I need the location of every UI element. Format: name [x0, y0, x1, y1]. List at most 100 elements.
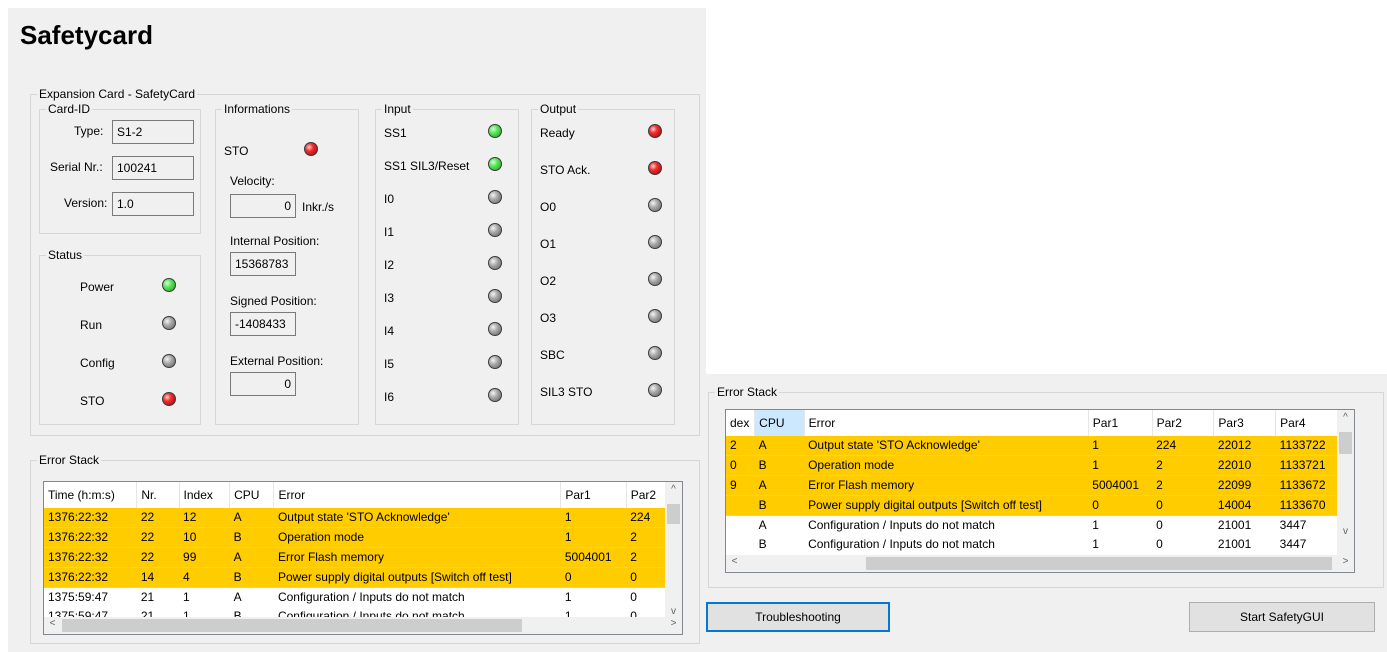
- input-label: I2: [384, 258, 395, 272]
- table-cell: 14004: [1213, 495, 1276, 516]
- vertical-scrollbar[interactable]: ^ v: [1337, 410, 1354, 557]
- scroll-down-icon[interactable]: v: [665, 606, 682, 617]
- table-row[interactable]: 1376:22:32 14 4 B Power supply digital outpu…: [44, 567, 669, 588]
- scroll-up-icon[interactable]: ^: [1337, 412, 1354, 423]
- table-cell: 0: [560, 567, 627, 588]
- signed-position-label: Signed Position:: [230, 294, 317, 308]
- external-position-field[interactable]: 0: [230, 372, 296, 396]
- column-header[interactable]: Error: [804, 410, 1089, 436]
- output-led-icon: [648, 124, 662, 138]
- input-led-icon: [488, 355, 502, 369]
- table-cell: 1: [564, 590, 572, 604]
- column-header[interactable]: Par1: [1088, 410, 1153, 436]
- table-row[interactable]: 1376:22:32 22 10 B Operation mode 1 2: [44, 527, 669, 548]
- expansion-card-label: Expansion Card - SafetyCard: [37, 87, 198, 101]
- table-cell: [726, 516, 755, 536]
- table-cell: A: [754, 475, 805, 496]
- table-cell: 22099: [1213, 475, 1276, 496]
- table-row[interactable]: B Power supply digital outputs [Switch of…: [726, 495, 1338, 516]
- table-row[interactable]: A Configuration / Inputs do not match 1 0 21…: [726, 516, 1338, 536]
- column-header[interactable]: dex: [726, 410, 756, 436]
- serial-field[interactable]: 100241: [112, 156, 194, 180]
- scroll-left-icon[interactable]: <: [726, 556, 743, 567]
- table-row[interactable]: 2 A Output state 'STO Acknowledge' 1 224 2201…: [726, 436, 1338, 456]
- column-header[interactable]: Par2: [626, 482, 670, 508]
- scroll-thumb[interactable]: [1339, 432, 1352, 454]
- internal-position-field[interactable]: 15368783: [230, 252, 296, 276]
- version-label: Version:: [64, 196, 108, 210]
- type-field[interactable]: S1-2: [112, 120, 194, 144]
- input-label: Input: [382, 102, 413, 116]
- version-field[interactable]: 1.0: [112, 192, 194, 216]
- column-header[interactable]: Par1: [560, 482, 627, 508]
- input-label: I5: [384, 357, 395, 371]
- table-cell: B: [229, 567, 274, 588]
- output-led-icon: [648, 272, 662, 286]
- vertical-scrollbar[interactable]: ^ v: [665, 482, 682, 619]
- column-header[interactable]: Par2: [1152, 410, 1215, 436]
- column-header[interactable]: Nr.: [136, 482, 180, 508]
- input-label: SS1 SIL3/Reset: [384, 159, 470, 173]
- scroll-thumb[interactable]: [62, 619, 522, 632]
- table-cell: 1133672: [1275, 475, 1338, 496]
- status-group: Status Power Run Config STO: [39, 248, 201, 425]
- table-cell: 3447: [1279, 537, 1307, 551]
- column-header[interactable]: Par3: [1213, 410, 1277, 436]
- scroll-right-icon[interactable]: >: [1337, 556, 1354, 567]
- column-header[interactable]: CPU: [229, 482, 275, 508]
- page-title: Safetycard: [20, 20, 153, 50]
- signed-position-field[interactable]: -1408433: [230, 312, 296, 336]
- table-row[interactable]: 1376:22:32 22 12 A Output state 'STO Acknowl…: [44, 508, 669, 528]
- input-label: SS1: [384, 126, 407, 140]
- input-label: I3: [384, 291, 395, 305]
- start-safetygui-button[interactable]: Start SafetyGUI: [1189, 602, 1375, 632]
- horizontal-scrollbar[interactable]: < >: [44, 617, 682, 634]
- table-cell: B: [754, 495, 805, 516]
- scroll-thumb[interactable]: [667, 504, 680, 524]
- scroll-up-icon[interactable]: ^: [665, 484, 682, 495]
- error-stack-left-grid[interactable]: Time (h:m:s) Nr. Index CPU Error Par1 Par2 1376…: [43, 481, 683, 635]
- error-stack-right-group: Error Stack dex CPU Error Par1 Par2 Par3 Par4 2…: [708, 385, 1384, 588]
- scroll-right-icon[interactable]: >: [665, 618, 682, 629]
- column-header[interactable]: Time (h:m:s): [44, 482, 138, 508]
- troubleshooting-button[interactable]: Troubleshooting: [706, 602, 890, 632]
- table-cell: 0: [1088, 495, 1153, 516]
- error-table-right: dex CPU Error Par1 Par2 Par3 Par4 2 A Output stat…: [726, 410, 1338, 554]
- table-row[interactable]: 9 A Error Flash memory 5004001 2 22099 1133672: [726, 475, 1338, 496]
- table-cell: Configuration / Inputs do not match: [808, 537, 995, 551]
- output-label: Output: [538, 102, 579, 116]
- input-led-icon: [488, 322, 502, 336]
- table-cell: Error Flash memory: [273, 547, 561, 568]
- error-stack-right-grid[interactable]: dex CPU Error Par1 Par2 Par3 Par4 2 A Output stat…: [725, 409, 1355, 573]
- table-row[interactable]: 1376:22:32 22 99 A Error Flash memory 5004001…: [44, 547, 669, 568]
- column-header[interactable]: Index: [179, 482, 231, 508]
- table-cell: 21001: [1217, 518, 1252, 532]
- scroll-down-icon[interactable]: v: [1337, 526, 1354, 537]
- table-cell: 0: [626, 567, 669, 588]
- table-cell: Error Flash memory: [804, 475, 1089, 496]
- internal-position-label: Internal Position:: [230, 234, 320, 248]
- column-header[interactable]: CPU: [754, 410, 805, 436]
- table-cell: 22: [136, 508, 180, 528]
- table-cell: 0: [1152, 495, 1214, 516]
- table-row[interactable]: B Configuration / Inputs do not match 1 0 21…: [726, 535, 1338, 554]
- error-stack-right-label: Error Stack: [715, 385, 780, 399]
- scroll-left-icon[interactable]: <: [44, 618, 61, 629]
- table-cell: 2: [626, 527, 669, 548]
- column-header[interactable]: Error: [273, 482, 562, 508]
- table-row[interactable]: 1375:59:47 21 1 A Configuration / Inputs do …: [44, 588, 669, 608]
- table-cell: 224: [626, 508, 669, 528]
- card-id-group: Card-ID Type: S1-2 Serial Nr.: 100241 Ve…: [39, 102, 201, 234]
- table-cell: 5004001: [1088, 475, 1153, 496]
- input-led-icon: [488, 223, 502, 237]
- horizontal-scrollbar[interactable]: < >: [726, 555, 1354, 572]
- expansion-card-group: Expansion Card - SafetyCard Card-ID Type…: [30, 87, 700, 436]
- scroll-thumb[interactable]: [866, 557, 1332, 570]
- table-row[interactable]: 0 B Operation mode 1 2 22010 1133721: [726, 455, 1338, 476]
- table-cell: 1376:22:32: [44, 508, 137, 528]
- velocity-field[interactable]: 0: [230, 194, 296, 218]
- column-header[interactable]: Par4: [1275, 410, 1338, 436]
- error-stack-left-group: Error Stack Time (h:m:s) Nr. Index CPU Error…: [30, 453, 700, 644]
- table-cell: 1133670: [1275, 495, 1338, 516]
- table-cell: 1375:59:47: [48, 590, 109, 604]
